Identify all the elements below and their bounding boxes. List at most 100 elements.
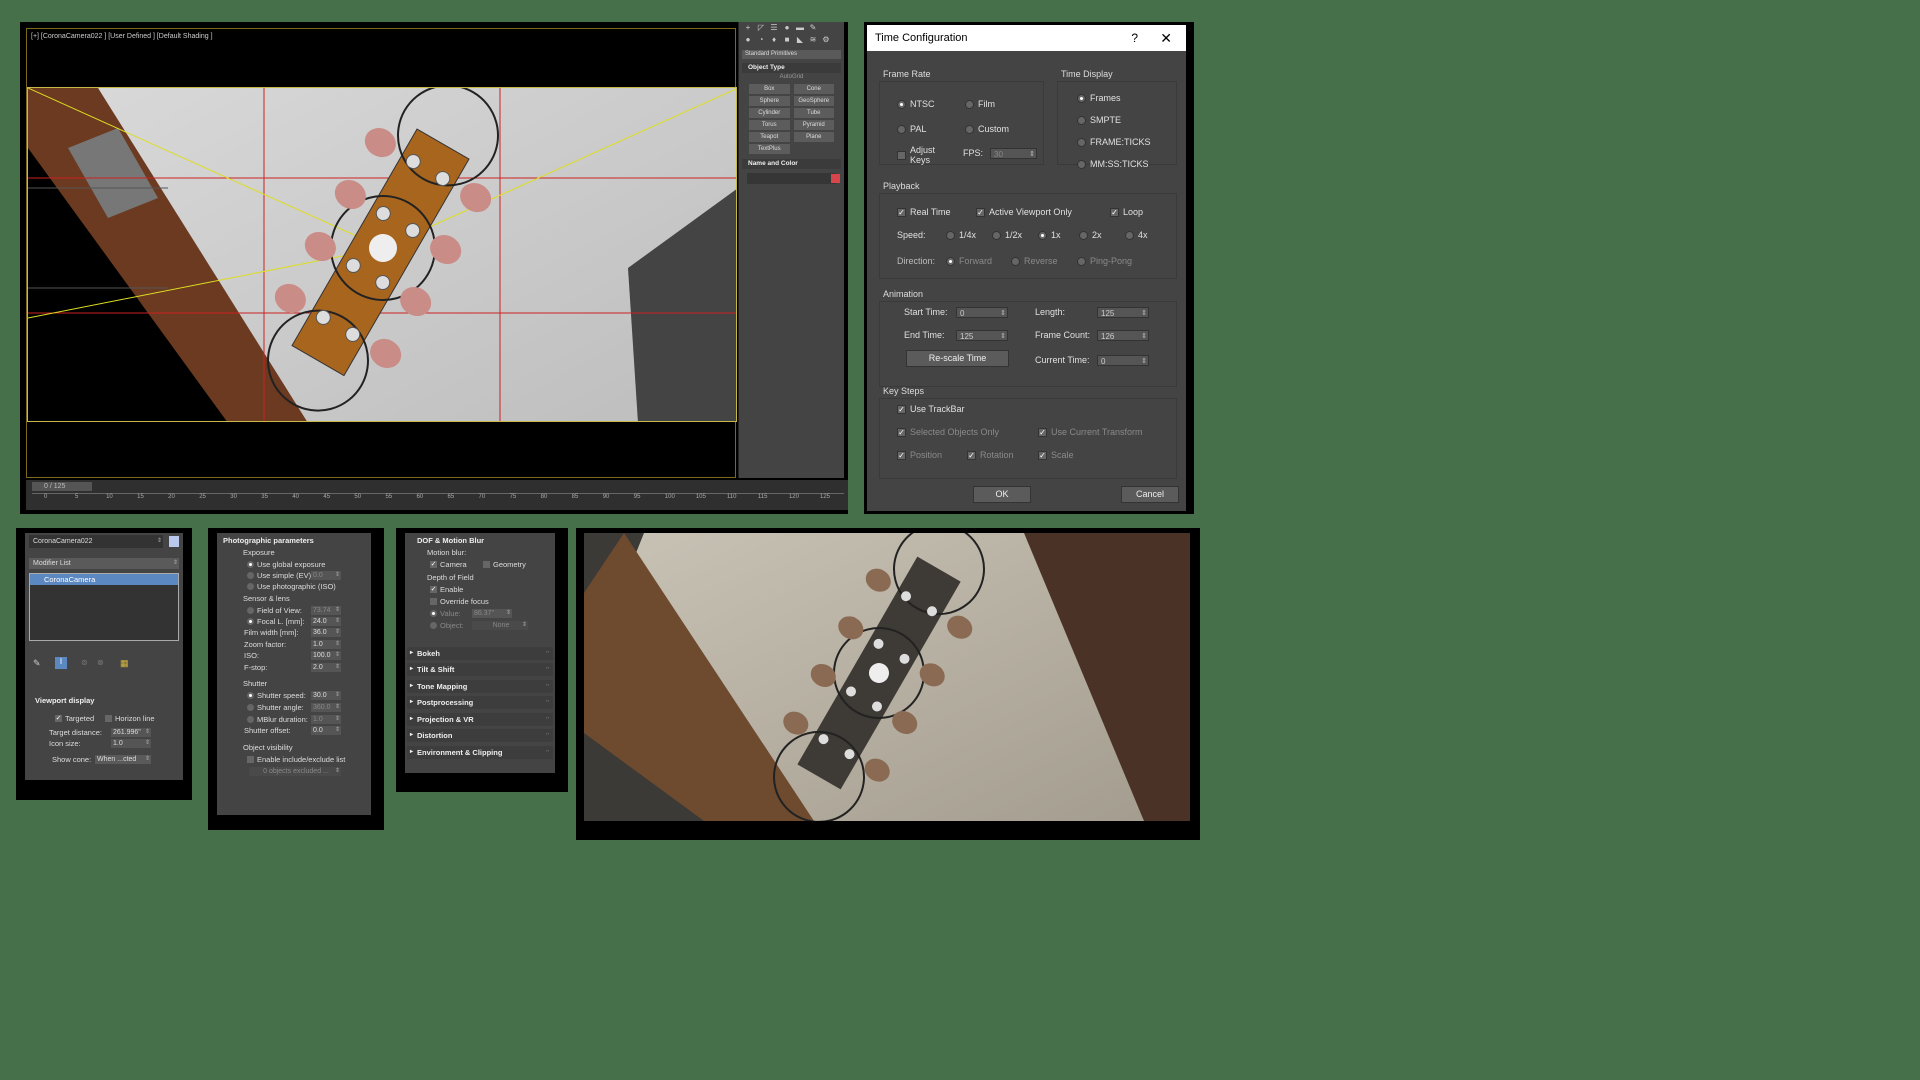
film-width-spinner[interactable]: 36.0 — [311, 628, 341, 637]
horizon-line-checkbox[interactable]: Horizon line — [105, 714, 155, 723]
bokeh-rollout[interactable]: Bokeh — [407, 647, 553, 660]
speed-2x-radio[interactable]: 2x — [1079, 230, 1102, 240]
timeline-ticks[interactable]: 0 5 10 15 20 25 30 35 40 45 50 55 60 65 70 75 80 85 90 95 10… — [32, 493, 844, 509]
motion-icon[interactable]: ● — [782, 24, 792, 32]
reverse-radio[interactable]: Reverse — [1011, 256, 1058, 266]
geosphere-button[interactable]: GeoSphere — [793, 96, 834, 106]
ping-pong-radio[interactable]: Ping-Pong — [1077, 256, 1132, 266]
stack-item-corona-camera[interactable]: CoronaCamera — [30, 574, 178, 585]
frame-count-spinner[interactable]: 126 — [1097, 330, 1149, 342]
excluded-objects-button[interactable]: 0 objects excluded ... — [249, 767, 341, 776]
create-icon[interactable]: + — [743, 24, 753, 32]
cylinder-button[interactable]: Cylinder — [749, 108, 790, 118]
override-focus-checkbox[interactable]: Override focus — [430, 597, 489, 606]
cameras-icon[interactable]: ■ — [782, 36, 792, 44]
start-time-spinner[interactable]: 0 — [956, 307, 1008, 319]
cancel-button[interactable]: Cancel — [1121, 486, 1179, 503]
teapot-button[interactable]: Teapot — [749, 132, 790, 142]
ok-button[interactable]: OK — [973, 486, 1031, 503]
photographic-parameters-rollout[interactable]: Photographic parameters — [223, 536, 314, 545]
active-viewport-checkbox[interactable]: ✓ Active Viewport Only — [976, 207, 1072, 217]
speed-4x-radio[interactable]: 4x — [1125, 230, 1148, 240]
focal-length-spinner[interactable]: 24.0 — [311, 617, 341, 626]
object-color-swatch[interactable] — [169, 536, 179, 547]
field-of-view-spinner[interactable]: 73.74 — [311, 606, 341, 615]
target-distance-spinner[interactable]: 261.996" — [111, 728, 151, 737]
timeline[interactable]: 0 / 125 0 5 10 15 20 25 30 35 40 45 50 55 60 65 70 75 80… — [26, 480, 848, 510]
rotation-checkbox[interactable]: ✓ Rotation — [967, 450, 1014, 460]
environment-clipping-rollout[interactable]: Environment & Clipping — [407, 746, 553, 759]
real-time-checkbox[interactable]: ✓ Real Time — [897, 207, 951, 217]
frames-radio[interactable]: Frames — [1077, 93, 1121, 103]
use-trackbar-checkbox[interactable]: ✓ Use TrackBar — [897, 404, 965, 414]
rescale-time-button[interactable]: Re-scale Time — [906, 350, 1009, 367]
shutter-speed-spinner[interactable]: 30.0 — [311, 691, 341, 700]
ntsc-radio[interactable]: NTSC — [897, 99, 935, 109]
object-name-field[interactable]: CoronaCamera022 — [29, 535, 163, 548]
fps-spinner[interactable]: 30 — [990, 148, 1037, 160]
fstop-spinner[interactable]: 2.0 — [311, 663, 341, 672]
show-end-result-icon[interactable]: I — [55, 657, 67, 669]
use-current-transform-checkbox[interactable]: ✓ Use Current Transform — [1038, 427, 1143, 437]
custom-radio[interactable]: Custom — [965, 124, 1009, 134]
shutter-speed-radio[interactable]: Shutter speed: — [247, 691, 306, 700]
icon-size-spinner[interactable]: 1.0 — [111, 739, 151, 748]
remove-modifier-icon[interactable]: ⊗ — [97, 658, 104, 667]
mblur-duration-radio[interactable]: MBlur duration: — [247, 715, 308, 724]
shutter-angle-radio[interactable]: Shutter angle: — [247, 703, 304, 712]
viewport-render[interactable] — [27, 87, 737, 422]
zoom-factor-spinner[interactable]: 1.0 — [311, 640, 341, 649]
projection-vr-rollout[interactable]: Projection & VR — [407, 713, 553, 726]
object-type-rollout[interactable]: Object Type — [742, 63, 841, 73]
dof-enable-checkbox[interactable]: ✓ Enable — [430, 585, 463, 594]
plane-button[interactable]: Plane — [793, 132, 834, 142]
box-button[interactable]: Box — [749, 84, 790, 94]
focal-length-radio[interactable]: Focal L. [mm]: — [247, 617, 305, 626]
pyramid-button[interactable]: Pyramid — [793, 120, 834, 130]
simple-ev-spinner[interactable]: 0.0 — [311, 571, 341, 580]
tone-mapping-rollout[interactable]: Tone Mapping — [407, 680, 553, 693]
shutter-angle-spinner[interactable]: 360.0 — [311, 703, 341, 712]
torus-button[interactable]: Torus — [749, 120, 790, 130]
modifier-stack[interactable]: CoronaCamera — [29, 573, 179, 641]
geometry-icon[interactable]: ● — [743, 36, 753, 44]
focus-value-radio[interactable]: Value: — [430, 609, 461, 618]
configure-sets-icon[interactable]: ▦ — [120, 658, 129, 669]
primitives-dropdown[interactable]: Standard Primitives — [742, 50, 841, 59]
display-icon[interactable]: ▬ — [795, 24, 805, 32]
object-color-swatch[interactable] — [831, 174, 840, 183]
speed-1x-radio[interactable]: 1x — [1038, 230, 1061, 240]
targeted-checkbox[interactable]: ✓ Targeted — [55, 714, 94, 723]
camera-mblur-checkbox[interactable]: ✓ Camera — [430, 560, 467, 569]
use-photographic-radio[interactable]: Use photographic (ISO) — [247, 582, 336, 591]
camera-viewport[interactable]: [+] [CoronaCamera022 ] [User Defined ] [… — [26, 28, 737, 478]
help-icon[interactable]: ? — [1131, 25, 1138, 51]
object-name-field[interactable] — [747, 173, 840, 184]
use-global-exposure-radio[interactable]: Use global exposure — [247, 560, 325, 569]
lights-icon[interactable]: ♦ — [769, 36, 779, 44]
viewport-label[interactable]: [+] [CoronaCamera022 ] [User Defined ] [… — [31, 33, 213, 40]
tube-button[interactable]: Tube — [793, 108, 834, 118]
position-checkbox[interactable]: ✓ Position — [897, 450, 942, 460]
systems-icon[interactable]: ⚙ — [821, 36, 831, 44]
iso-spinner[interactable]: 100.0 — [311, 651, 341, 660]
close-icon[interactable]: ✕ — [1160, 25, 1172, 51]
adjust-keys-checkbox[interactable]: Adjust Keys — [897, 145, 947, 165]
include-exclude-checkbox[interactable]: Enable include/exclude list — [247, 755, 345, 764]
hierarchy-icon[interactable]: ☰ — [769, 24, 779, 32]
pin-stack-icon[interactable]: ✎ — [33, 658, 41, 669]
make-unique-icon[interactable]: ⊚ — [81, 658, 88, 667]
tilt-shift-rollout[interactable]: Tilt & Shift — [407, 663, 553, 676]
field-of-view-radio[interactable]: Field of View: — [247, 606, 302, 615]
current-time-spinner[interactable]: 0 — [1097, 355, 1149, 367]
speed-half-radio[interactable]: 1/2x — [992, 230, 1022, 240]
shutter-offset-spinner[interactable]: 0.0 — [311, 726, 341, 735]
focus-object-radio[interactable]: Object: — [430, 621, 464, 630]
sphere-button[interactable]: Sphere — [749, 96, 790, 106]
film-radio[interactable]: Film — [965, 99, 995, 109]
textplus-button[interactable]: TextPlus — [749, 144, 790, 154]
smpte-radio[interactable]: SMPTE — [1077, 115, 1121, 125]
spacewarps-icon[interactable]: ≋ — [808, 36, 818, 44]
utilities-icon[interactable]: ✎ — [808, 24, 818, 32]
autogrid-checkbox[interactable]: AutoGrid — [739, 73, 844, 82]
